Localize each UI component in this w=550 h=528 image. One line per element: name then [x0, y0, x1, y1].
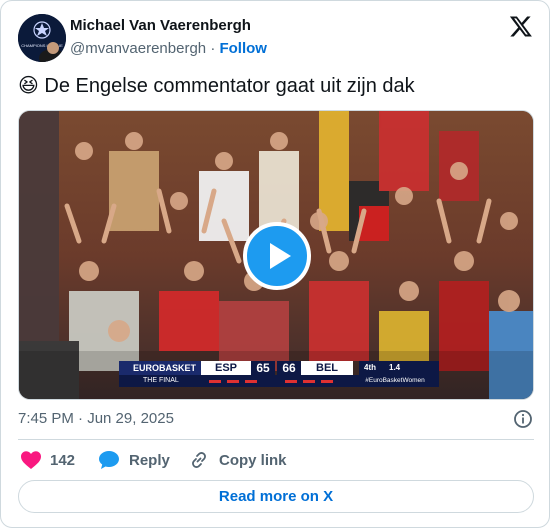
author-handle[interactable]: @mvanvaerenbergh [70, 40, 206, 57]
tweet-timestamp[interactable]: 7:45 PM · Jun 29, 2025 [18, 410, 174, 427]
like-button[interactable]: 142 [20, 450, 80, 470]
copy-link-button[interactable]: Copy link [189, 450, 299, 470]
separator-dot: · [210, 40, 216, 57]
scorebug-hashtag: #EuroBasketWomen [351, 375, 439, 387]
read-more-button[interactable]: Read more on X [18, 480, 534, 513]
follow-button[interactable]: Follow [219, 40, 267, 57]
author-handle-line: @mvanvaerenbergh · Follow [70, 40, 267, 57]
scorebug-score-away: 66 [277, 361, 301, 375]
play-button[interactable] [243, 222, 311, 290]
avatar-image: CHAMPIONS LEAGUE [18, 14, 66, 62]
tweet-body: De Engelse commentator gaat uit zijn dak [44, 75, 415, 97]
heart-icon [21, 451, 41, 469]
copy-link-label: Copy link [219, 452, 287, 469]
embedded-tweet-card: CHAMPIONS LEAGUE Michael Van Vaerenbergh… [0, 0, 550, 528]
reply-bubble-icon [99, 451, 119, 469]
laughing-emoji: 😆 [18, 75, 39, 97]
divider [18, 439, 534, 440]
reply-label: Reply [129, 452, 170, 469]
author-name[interactable]: Michael Van Vaerenbergh [70, 17, 251, 34]
scorebug-foul-bar [201, 375, 351, 387]
info-icon[interactable] [513, 409, 533, 429]
scorebug-clock: 1.4 [381, 361, 439, 375]
scorebug-subtitle: THE FINAL [119, 375, 201, 387]
like-count: 142 [50, 452, 76, 469]
scorebug-score-home: 65 [251, 361, 275, 375]
play-icon [270, 243, 291, 269]
tweet-text: 😆 De Engelse commentator gaat uit zijn d… [18, 73, 415, 99]
scorebug: EUROBASKET THE FINAL ESP 65 66 BEL 4th 1… [119, 361, 439, 389]
scorebug-brand: EUROBASKET [119, 361, 201, 375]
reply-button[interactable]: Reply [98, 450, 178, 470]
scorebug-team-away: BEL [301, 361, 353, 375]
avatar[interactable]: CHAMPIONS LEAGUE [18, 14, 66, 62]
video-player[interactable]: EUROBASKET THE FINAL ESP 65 66 BEL 4th 1… [18, 110, 534, 400]
scorebug-period: 4th [359, 361, 381, 375]
link-icon [192, 452, 206, 468]
x-logo-icon[interactable] [509, 14, 533, 38]
scorebug-team-home: ESP [201, 361, 251, 375]
